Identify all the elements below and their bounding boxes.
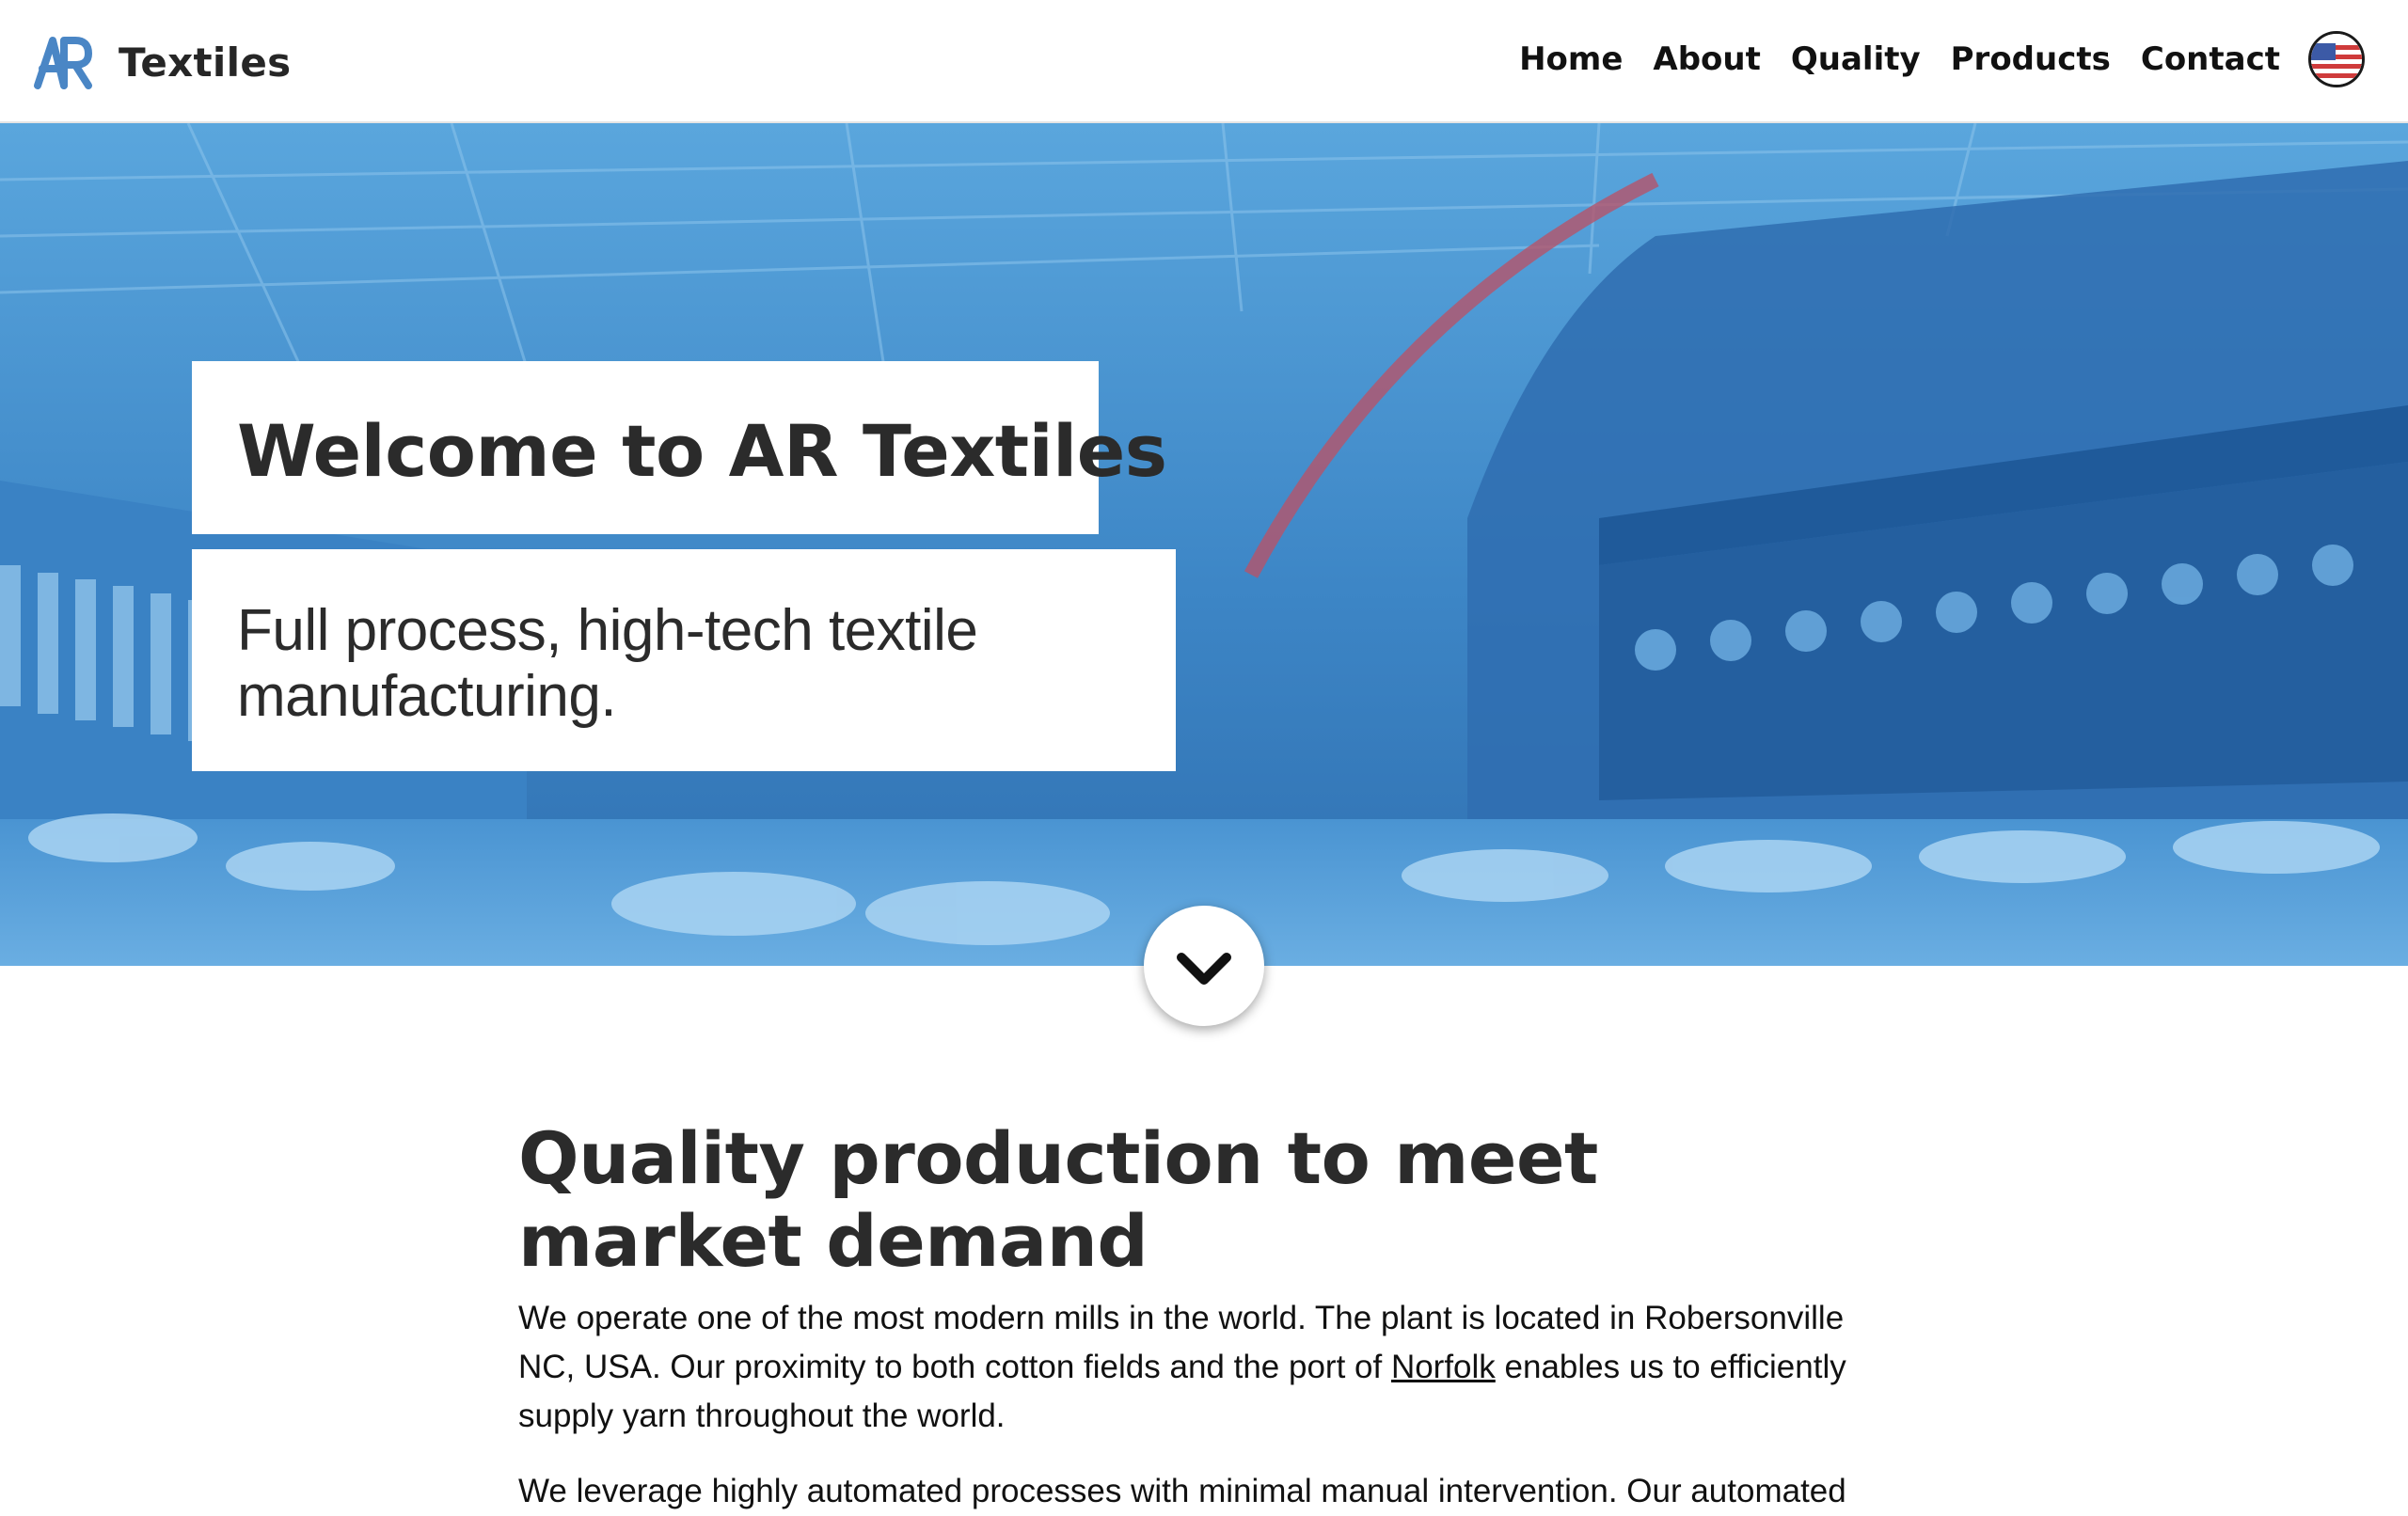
main-content: Quality production to meet market demand… [518,1117,1892,1516]
hero-title: Welcome to AR Textiles [237,409,1167,493]
automation-paragraph: We leverage highly automated processes w… [518,1473,1846,1509]
norfolk-link[interactable]: Norfolk [1391,1349,1496,1385]
hero-background-image [0,123,2408,966]
section-heading: Quality production to meet market demand [518,1116,1598,1283]
nav-about[interactable]: About [1653,40,1760,78]
nav-products[interactable]: Products [1951,40,2111,78]
nav-contact[interactable]: Contact [2141,40,2280,78]
main-nav: Home About Quality Products Contact [1489,28,2408,90]
brand[interactable]: Textiles [32,24,291,100]
brand-name: Textiles [119,39,292,86]
hero-subtitle-card: Full process, high-tech textile manufact… [192,549,1176,771]
hero-subtitle: Full process, high-tech textile manufact… [237,598,978,729]
nav-quality[interactable]: Quality [1791,40,1921,78]
ar-logo [34,37,92,89]
hero-section: Welcome to AR Textiles Full process, hig… [0,123,2408,966]
hero-title-card: Welcome to AR Textiles [192,361,1167,534]
nav-home[interactable]: Home [1519,40,1623,78]
scroll-down-button[interactable] [1144,906,1264,1026]
us-flag-icon [2311,34,2362,85]
intro-paragraph: We operate one of the most modern mills … [518,1294,1892,1441]
site-header: Textiles Home About Quality Products Con… [0,0,2408,123]
language-selector[interactable] [2308,31,2365,87]
chevron-down-icon [1177,953,1231,985]
